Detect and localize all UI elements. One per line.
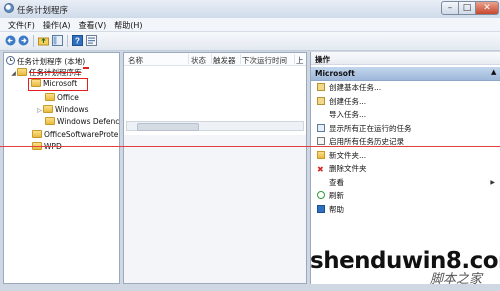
action-label: 创建任务... (329, 96, 367, 106)
column-next-run[interactable]: 下次运行时间 (242, 55, 287, 66)
console-tree: 任务计划程序 (本地) ◢ 任务计划程序库 Microsoft Office ▷ W… (3, 52, 120, 284)
tree-office-label: Office (57, 93, 79, 102)
collapse-section-icon[interactable]: ▲ (491, 68, 496, 76)
toolbar-separator (67, 35, 68, 47)
maximize-button[interactable]: □ (458, 1, 476, 15)
create-task-icon (317, 96, 325, 105)
blank-icon (317, 110, 325, 118)
action-label: 导入任务... (329, 110, 367, 119)
history-icon (317, 137, 325, 145)
action-item[interactable]: ✖ 删除文件夹 (311, 163, 500, 175)
tree-windows-defender[interactable]: Windows Defenc (45, 116, 119, 127)
horizontal-scrollbar[interactable] (126, 121, 304, 131)
tree-windows[interactable]: ▷ Windows (36, 104, 88, 115)
collapse-arrow-icon[interactable]: ◢ (10, 68, 17, 79)
column-trigger[interactable]: 触发器 (213, 55, 236, 66)
column-status[interactable]: 状态 (191, 55, 206, 66)
tree-microsoft-label: Microsoft (43, 79, 78, 88)
folder-icon (43, 105, 53, 113)
blank-icon (317, 178, 325, 186)
help-icon (317, 204, 325, 213)
tree-microsoft[interactable]: Microsoft (28, 78, 88, 91)
action-label: 新文件夹... (329, 150, 367, 160)
tree-root-label: 任务计划程序 (本地) (17, 57, 86, 66)
up-folder-icon[interactable] (38, 35, 49, 46)
actions-section-title: Microsoft (315, 69, 355, 78)
show-hide-console-tree-icon[interactable] (52, 35, 63, 46)
expand-arrow-icon[interactable]: ▷ (36, 105, 43, 116)
folder-icon (31, 79, 41, 87)
actions-section-header[interactable]: Microsoft ▲ (311, 67, 500, 81)
column-divider[interactable] (240, 54, 241, 64)
folder-icon (17, 68, 27, 76)
column-header: 名称 状态 触发器 下次运行时间 上 (124, 53, 306, 66)
menu-view[interactable]: 查看(V) (75, 18, 111, 31)
tree-library[interactable]: ◢ 任务计划程序库 (10, 67, 82, 78)
column-divider[interactable] (211, 54, 212, 64)
column-name[interactable]: 名称 (128, 55, 143, 66)
menu-help[interactable]: 帮助(H) (110, 18, 146, 31)
actions-title: 操作 (315, 55, 330, 64)
action-item[interactable]: 查看 ▶ (311, 177, 500, 189)
action-item[interactable]: 创建任务... (311, 96, 500, 108)
actions-header: 操作 (311, 52, 500, 65)
annotation-line (0, 146, 500, 147)
refresh-icon (317, 191, 325, 199)
action-item[interactable]: 帮助 (311, 204, 500, 216)
folder-icon (45, 117, 55, 125)
column-last-run[interactable]: 上 (296, 55, 304, 66)
close-button[interactable]: ✕ (475, 1, 499, 15)
tree-office-software-label: OfficeSoftwareProte (44, 130, 119, 139)
task-list-pane: 名称 状态 触发器 下次运行时间 上 (123, 52, 307, 284)
tree-office[interactable]: Office (45, 92, 79, 103)
back-arrow-icon[interactable] (5, 35, 16, 46)
action-item[interactable]: 刷新 (311, 190, 500, 202)
clock-icon (6, 56, 15, 65)
submenu-arrow-icon: ▶ (490, 178, 495, 186)
action-item[interactable]: 导入任务... (311, 109, 500, 121)
help-icon[interactable]: ? (72, 35, 83, 46)
create-basic-task-icon (317, 83, 325, 91)
column-divider[interactable] (294, 54, 295, 64)
window-title: 任务计划程序 (17, 6, 69, 16)
tree-office-software[interactable]: OfficeSoftwareProte (32, 129, 118, 140)
watermark: shenduwin8.com 脚本之家 (308, 246, 500, 287)
title-bar: 任务计划程序 – □ ✕ (0, 0, 500, 19)
highlight-mark (83, 67, 89, 69)
action-item[interactable]: 创建基本任务... (311, 82, 500, 94)
new-folder-icon (317, 150, 325, 159)
forward-arrow-icon[interactable] (18, 35, 29, 46)
action-item[interactable]: 显示所有正在运行的任务 (311, 123, 500, 135)
properties-icon[interactable] (86, 35, 97, 46)
tree-root[interactable]: 任务计划程序 (本地) (6, 56, 85, 67)
action-label: 查看 (329, 177, 344, 187)
action-label: 帮助 (329, 204, 344, 214)
minimize-button[interactable]: – (441, 1, 459, 15)
menu-file[interactable]: 文件(F) (4, 18, 39, 31)
tree-windows-label: Windows (55, 105, 89, 114)
tree-library-label: 任务计划程序库 (29, 68, 82, 77)
folder-icon (32, 130, 42, 138)
svg-text:?: ? (75, 37, 80, 46)
action-label: 启用所有任务历史记录 (329, 137, 404, 146)
toolbar-separator (33, 35, 34, 47)
action-item[interactable]: 新文件夹... (311, 150, 500, 162)
action-label: 显示所有正在运行的任务 (329, 123, 412, 133)
toolbar: ? (0, 32, 500, 51)
scrollbar-thumb[interactable] (137, 123, 199, 131)
delete-icon: ✖ (317, 165, 324, 174)
tree-windows-defender-label: Windows Defenc (57, 117, 120, 126)
task-details-area (124, 135, 306, 283)
menu-action[interactable]: 操作(A) (39, 18, 75, 31)
action-label: 创建基本任务... (329, 83, 382, 92)
column-divider[interactable] (188, 54, 189, 64)
action-label: 删除文件夹 (329, 164, 367, 173)
task-scheduler-app-icon (4, 3, 14, 13)
action-label: 刷新 (329, 191, 344, 200)
menu-bar: 文件(F) 操作(A) 查看(V) 帮助(H) (0, 18, 500, 32)
watermark-subtext: 脚本之家 (430, 272, 483, 287)
folder-icon (45, 93, 55, 101)
running-tasks-icon (317, 123, 325, 132)
